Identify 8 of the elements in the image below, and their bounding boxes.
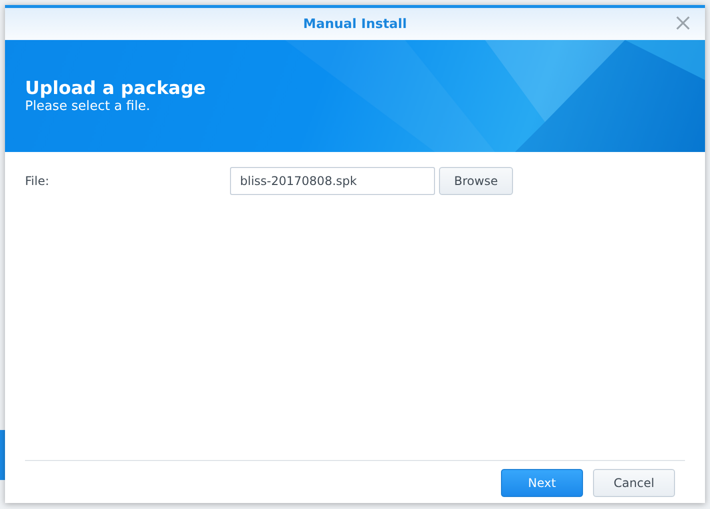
cancel-button[interactable]: Cancel <box>593 469 675 497</box>
banner-title: Upload a package <box>25 78 207 99</box>
file-label: File: <box>25 174 50 188</box>
close-icon[interactable] <box>675 15 691 31</box>
banner-subtitle: Please select a file. <box>25 99 152 114</box>
file-input-field[interactable]: bliss-20170808.spk <box>230 167 435 195</box>
window-title: Manual Install <box>303 16 407 32</box>
browse-button[interactable]: Browse <box>439 167 513 195</box>
